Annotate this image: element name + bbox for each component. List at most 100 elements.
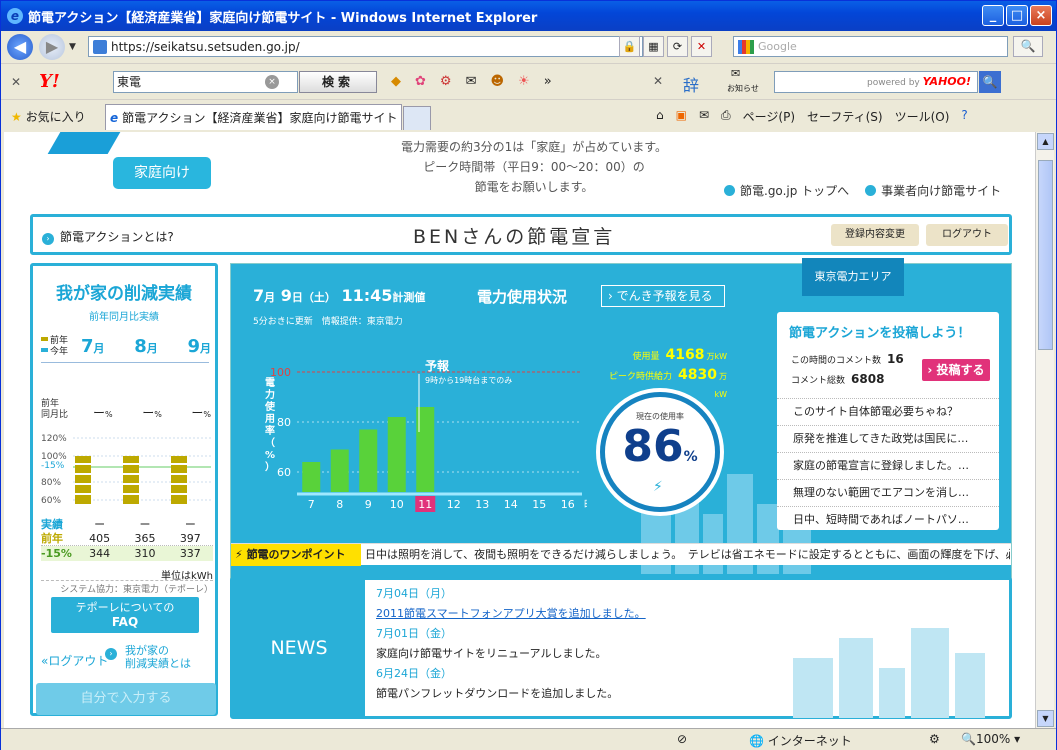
notify-icon[interactable]: ✉ — [731, 67, 740, 80]
month-num: 9 — [187, 336, 200, 357]
clear-icon[interactable]: × — [265, 75, 279, 89]
stop-icon[interactable]: ✕ — [691, 36, 712, 57]
tab-ie-icon: e — [110, 110, 119, 125]
home-icon[interactable]: ⌂ — [656, 108, 664, 125]
rate-unit: % — [683, 449, 698, 465]
gear-icon[interactable]: ⚙ — [440, 74, 452, 89]
yahoo-search2-input[interactable]: powered by YAHOO! — [774, 71, 978, 93]
protected-mode-icon[interactable]: ⚙ — [929, 732, 940, 746]
tepore-faq-button[interactable]: テポーレについての FAQ — [51, 597, 199, 633]
toolbar-close-icon[interactable]: ✕ — [11, 75, 21, 89]
yahoo-logo-icon[interactable]: Y! — [39, 71, 60, 92]
favorites-button[interactable]: ★ お気に入り — [11, 108, 86, 125]
title-bar: e 節電アクション【経済産業省】家庭向け節電サイト - Windows Inte… — [1, 1, 1056, 31]
zoom-control[interactable]: 🔍100% ▾ — [961, 732, 1020, 746]
link-dot-icon — [865, 185, 877, 196]
ticker-label-text: 節電のワンポイント — [246, 548, 346, 561]
dictionary-icon[interactable]: 辞 — [683, 72, 699, 96]
forward-button[interactable]: ▶ — [39, 34, 65, 60]
chart-bar — [387, 417, 406, 492]
left-logout-label: ログアウト — [48, 654, 109, 668]
help-icon[interactable]: ? — [961, 108, 967, 125]
link-setsuden-top[interactable]: 節電.go.jp トップへ — [724, 182, 849, 199]
history-dropdown-icon[interactable]: ▼ — [69, 42, 76, 52]
forecast-button[interactable]: › でんき予報を見る — [601, 285, 725, 307]
new-tab-button[interactable] — [403, 106, 431, 130]
maximize-button[interactable]: □ — [1006, 5, 1028, 26]
search-placeholder: Google — [758, 40, 797, 53]
month-headers: 7月 8月 9月 — [81, 336, 211, 357]
refresh-icon[interactable]: ⟳ — [667, 36, 688, 57]
list-item[interactable]: 無理のない範囲でエアコンを消し… — [777, 479, 999, 506]
faq-line: FAQ — [111, 615, 139, 629]
what-is-link[interactable]: › 節電アクションとは? — [42, 228, 174, 245]
month-unit: 月 — [93, 342, 105, 355]
news-text: 家庭向け節電サイトをリニューアルしました。 — [376, 647, 607, 660]
scroll-up-icon[interactable]: ▲ — [1037, 133, 1054, 150]
weather-icon[interactable]: ☀ — [518, 74, 530, 89]
star-icon: ★ — [11, 110, 22, 124]
cmt-total-label: コメント総数 — [791, 376, 846, 386]
left-logout-link[interactable]: «ログアウト — [41, 652, 108, 669]
list-item[interactable]: このサイト自体節電必要ちゃね？ — [777, 398, 999, 425]
toolbar2-close-icon[interactable]: ✕ — [653, 74, 663, 88]
mail-icon[interactable]: ✉ — [466, 74, 477, 89]
post-button-label: 投稿する — [936, 363, 985, 377]
date-unit: 月 — [264, 291, 276, 304]
reduction-about-link[interactable]: › 我が家の 削減実績とは — [105, 644, 191, 670]
privacy-icon[interactable]: ⊘ — [677, 732, 687, 746]
compat-icon[interactable]: ▦ — [643, 36, 664, 57]
read-mail-icon[interactable]: ✉ — [699, 108, 709, 125]
self-input-button[interactable]: 自分で入力する — [36, 683, 216, 715]
declaration-title: BENさんの節電宣言 — [413, 226, 616, 248]
search-icon[interactable]: 🔍 — [1013, 36, 1043, 57]
vertical-scrollbar[interactable]: ▲ ▼ — [1035, 132, 1054, 728]
flower-icon[interactable]: ✿ — [415, 74, 426, 89]
yahoo-search-value: 東電 — [117, 75, 142, 89]
divider — [41, 362, 209, 363]
cmp-unit: % — [154, 410, 162, 419]
reduction-subtitle: 前年同月比実績 — [89, 312, 159, 323]
reduction-title: 我が家の削減実績 — [56, 284, 192, 304]
scroll-thumb[interactable] — [1038, 160, 1053, 350]
list-item[interactable]: 家庭の節電宣言に登録しました。… — [777, 452, 999, 479]
close-button[interactable]: × — [1030, 5, 1052, 26]
minimize-button[interactable]: _ — [982, 5, 1004, 26]
news-date: 6月24日（金） — [376, 667, 452, 680]
back-button[interactable]: ◀ — [7, 34, 33, 60]
tab-bar: ★ お気に入り e 節電アクション【経済産業省】家庭向け節電サイト ⌂ ▣ ✉ … — [1, 99, 1056, 131]
legend-label: 前年 — [50, 336, 69, 346]
address-bar[interactable]: https://seikatsu.setsuden.go.jp/ — [88, 36, 643, 57]
scroll-down-icon[interactable]: ▼ — [1037, 710, 1054, 727]
change-registration-button[interactable]: 登録内容変更 — [831, 224, 919, 246]
area-tab[interactable]: 東京電力エリア — [802, 258, 904, 296]
post-button[interactable]: › 投稿する — [922, 359, 990, 381]
print-icon[interactable]: ⎙ — [721, 108, 731, 125]
table-row: -15% 344 310 337 — [41, 546, 213, 561]
feed-icon[interactable]: ▣ — [676, 108, 687, 125]
user-icon[interactable]: ☻ — [490, 74, 504, 89]
news-list: 7月04日（月） 2011節電スマートフォンアプリ大賞を追加しました。 7月01… — [376, 584, 646, 704]
shield-icon[interactable]: ◆ — [391, 74, 401, 89]
yahoo-search-button[interactable]: 検索 — [299, 71, 377, 93]
lock-icon[interactable]: 🔒 — [619, 36, 640, 57]
news-link[interactable]: 2011節電スマートフォンアプリ大賞を追加しました。 — [376, 607, 646, 620]
logout-button[interactable]: ログアウト — [926, 224, 1008, 246]
yahoo-search2-icon[interactable]: 🔍 — [979, 71, 1001, 93]
zone-indicator: 🌐 インターネット — [749, 734, 852, 748]
x-tick-label: 11 — [418, 498, 432, 511]
search-input[interactable]: Google — [733, 36, 1008, 57]
page-menu[interactable]: ページ(P) — [743, 108, 795, 125]
safety-menu[interactable]: セーフティ(S) — [807, 108, 883, 125]
tab-active[interactable]: e 節電アクション【経済産業省】家庭向け節電サイト — [105, 104, 402, 130]
tools-menu[interactable]: ツール(O) — [895, 108, 950, 125]
table-row: 実績 ー ー ー — [41, 516, 213, 531]
list-item[interactable]: 日中、短時間であればノートパソ… — [777, 506, 999, 533]
more-icon[interactable]: » — [544, 74, 552, 89]
list-item[interactable]: 原発を推進してきた政党は国民に… — [777, 425, 999, 452]
row-header: 前年 — [41, 532, 63, 545]
rate-value: 86% — [605, 421, 715, 472]
cmp-num: ー — [191, 406, 204, 420]
link-business-site[interactable]: 事業者向け節電サイト — [865, 182, 1001, 199]
yahoo-search-input[interactable]: 東電 × — [113, 71, 298, 93]
